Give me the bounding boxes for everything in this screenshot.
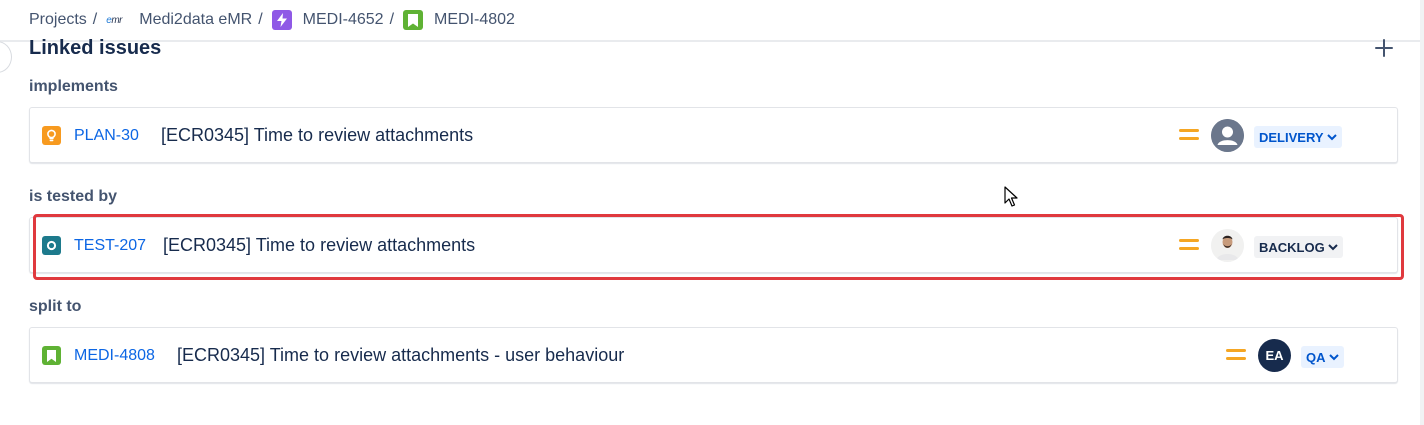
project-logo-icon: emr: [106, 14, 122, 26]
photo-avatar[interactable]: [1211, 229, 1244, 262]
chevron-down-icon: [1328, 353, 1339, 361]
issue-summary[interactable]: [ECR0345] Time to review attachments: [161, 125, 473, 146]
plus-icon: [1375, 39, 1393, 57]
user-silhouette-icon: [1211, 119, 1244, 152]
issue-summary[interactable]: [ECR0345] Time to review attachments: [163, 235, 475, 256]
status-label: DELIVERY: [1259, 129, 1324, 145]
breadcrumb-epic-label: MEDI-4652: [302, 11, 384, 28]
add-linked-issue-button[interactable]: [1372, 36, 1396, 60]
issue-key-link[interactable]: MEDI-4808: [74, 347, 155, 365]
breadcrumb: Projects / emr Medi2data eMR / MEDI-4652…: [29, 9, 515, 31]
linked-issue-row[interactable]: PLAN-30 [ECR0345] Time to review attachm…: [29, 107, 1398, 163]
project-logo-text: mr: [111, 14, 122, 26]
sidebar-collapse-handle[interactable]: [0, 41, 12, 73]
linked-issue-row[interactable]: TEST-207 [ECR0345] Time to review attach…: [29, 217, 1398, 273]
breadcrumb-projects[interactable]: Projects: [29, 11, 87, 29]
breadcrumb-projects-label: Projects: [29, 11, 87, 28]
chevron-down-icon: [1326, 133, 1337, 141]
breadcrumb-story-label: MEDI-4802: [434, 11, 515, 28]
linked-issue-row[interactable]: MEDI-4808 [ECR0345] Time to review attac…: [29, 327, 1398, 383]
person-photo-icon: [1211, 229, 1244, 262]
breadcrumb-project-label: Medi2data eMR: [139, 11, 253, 28]
status-dropdown[interactable]: DELIVERY: [1254, 126, 1342, 148]
status-label: BACKLOG: [1259, 239, 1325, 255]
scrollbar-track[interactable]: [1420, 0, 1424, 425]
default-user-avatar[interactable]: [1211, 119, 1244, 152]
link-type-label: is tested by: [29, 188, 118, 205]
breadcrumb-separator: /: [389, 11, 395, 28]
initials-avatar[interactable]: EA: [1258, 339, 1291, 372]
breadcrumb-project[interactable]: emr Medi2data eMR: [106, 11, 252, 29]
issue-key-link[interactable]: PLAN-30: [74, 127, 139, 145]
link-type-label: split to: [29, 298, 82, 315]
story-bookmark-icon: [42, 346, 61, 365]
link-type-label: implements: [29, 78, 118, 95]
idea-lightbulb-icon: [42, 126, 61, 145]
breadcrumb-separator: /: [92, 11, 98, 28]
medium-priority-icon: [1179, 129, 1199, 143]
breadcrumb-separator: /: [258, 11, 263, 28]
breadcrumb-epic[interactable]: MEDI-4652: [271, 10, 384, 30]
medium-priority-icon: [1179, 239, 1199, 253]
section-title: Linked issues: [29, 37, 162, 59]
header-divider: [0, 40, 1424, 42]
breadcrumb-story[interactable]: MEDI-4802: [403, 10, 515, 30]
status-dropdown[interactable]: BACKLOG: [1254, 236, 1343, 258]
status-label: QA: [1306, 349, 1326, 365]
story-bookmark-icon: [403, 10, 424, 30]
issue-summary[interactable]: [ECR0345] Time to review attachments - u…: [177, 345, 624, 366]
medium-priority-icon: [1226, 349, 1246, 363]
epic-lightning-icon: [271, 10, 292, 30]
issue-key-link[interactable]: TEST-207: [74, 237, 146, 255]
test-circle-icon: [42, 236, 61, 255]
chevron-down-icon: [1328, 243, 1338, 251]
avatar-initials: EA: [1265, 348, 1284, 363]
status-dropdown[interactable]: QA: [1301, 346, 1344, 368]
mouse-pointer-icon: [1004, 186, 1018, 207]
